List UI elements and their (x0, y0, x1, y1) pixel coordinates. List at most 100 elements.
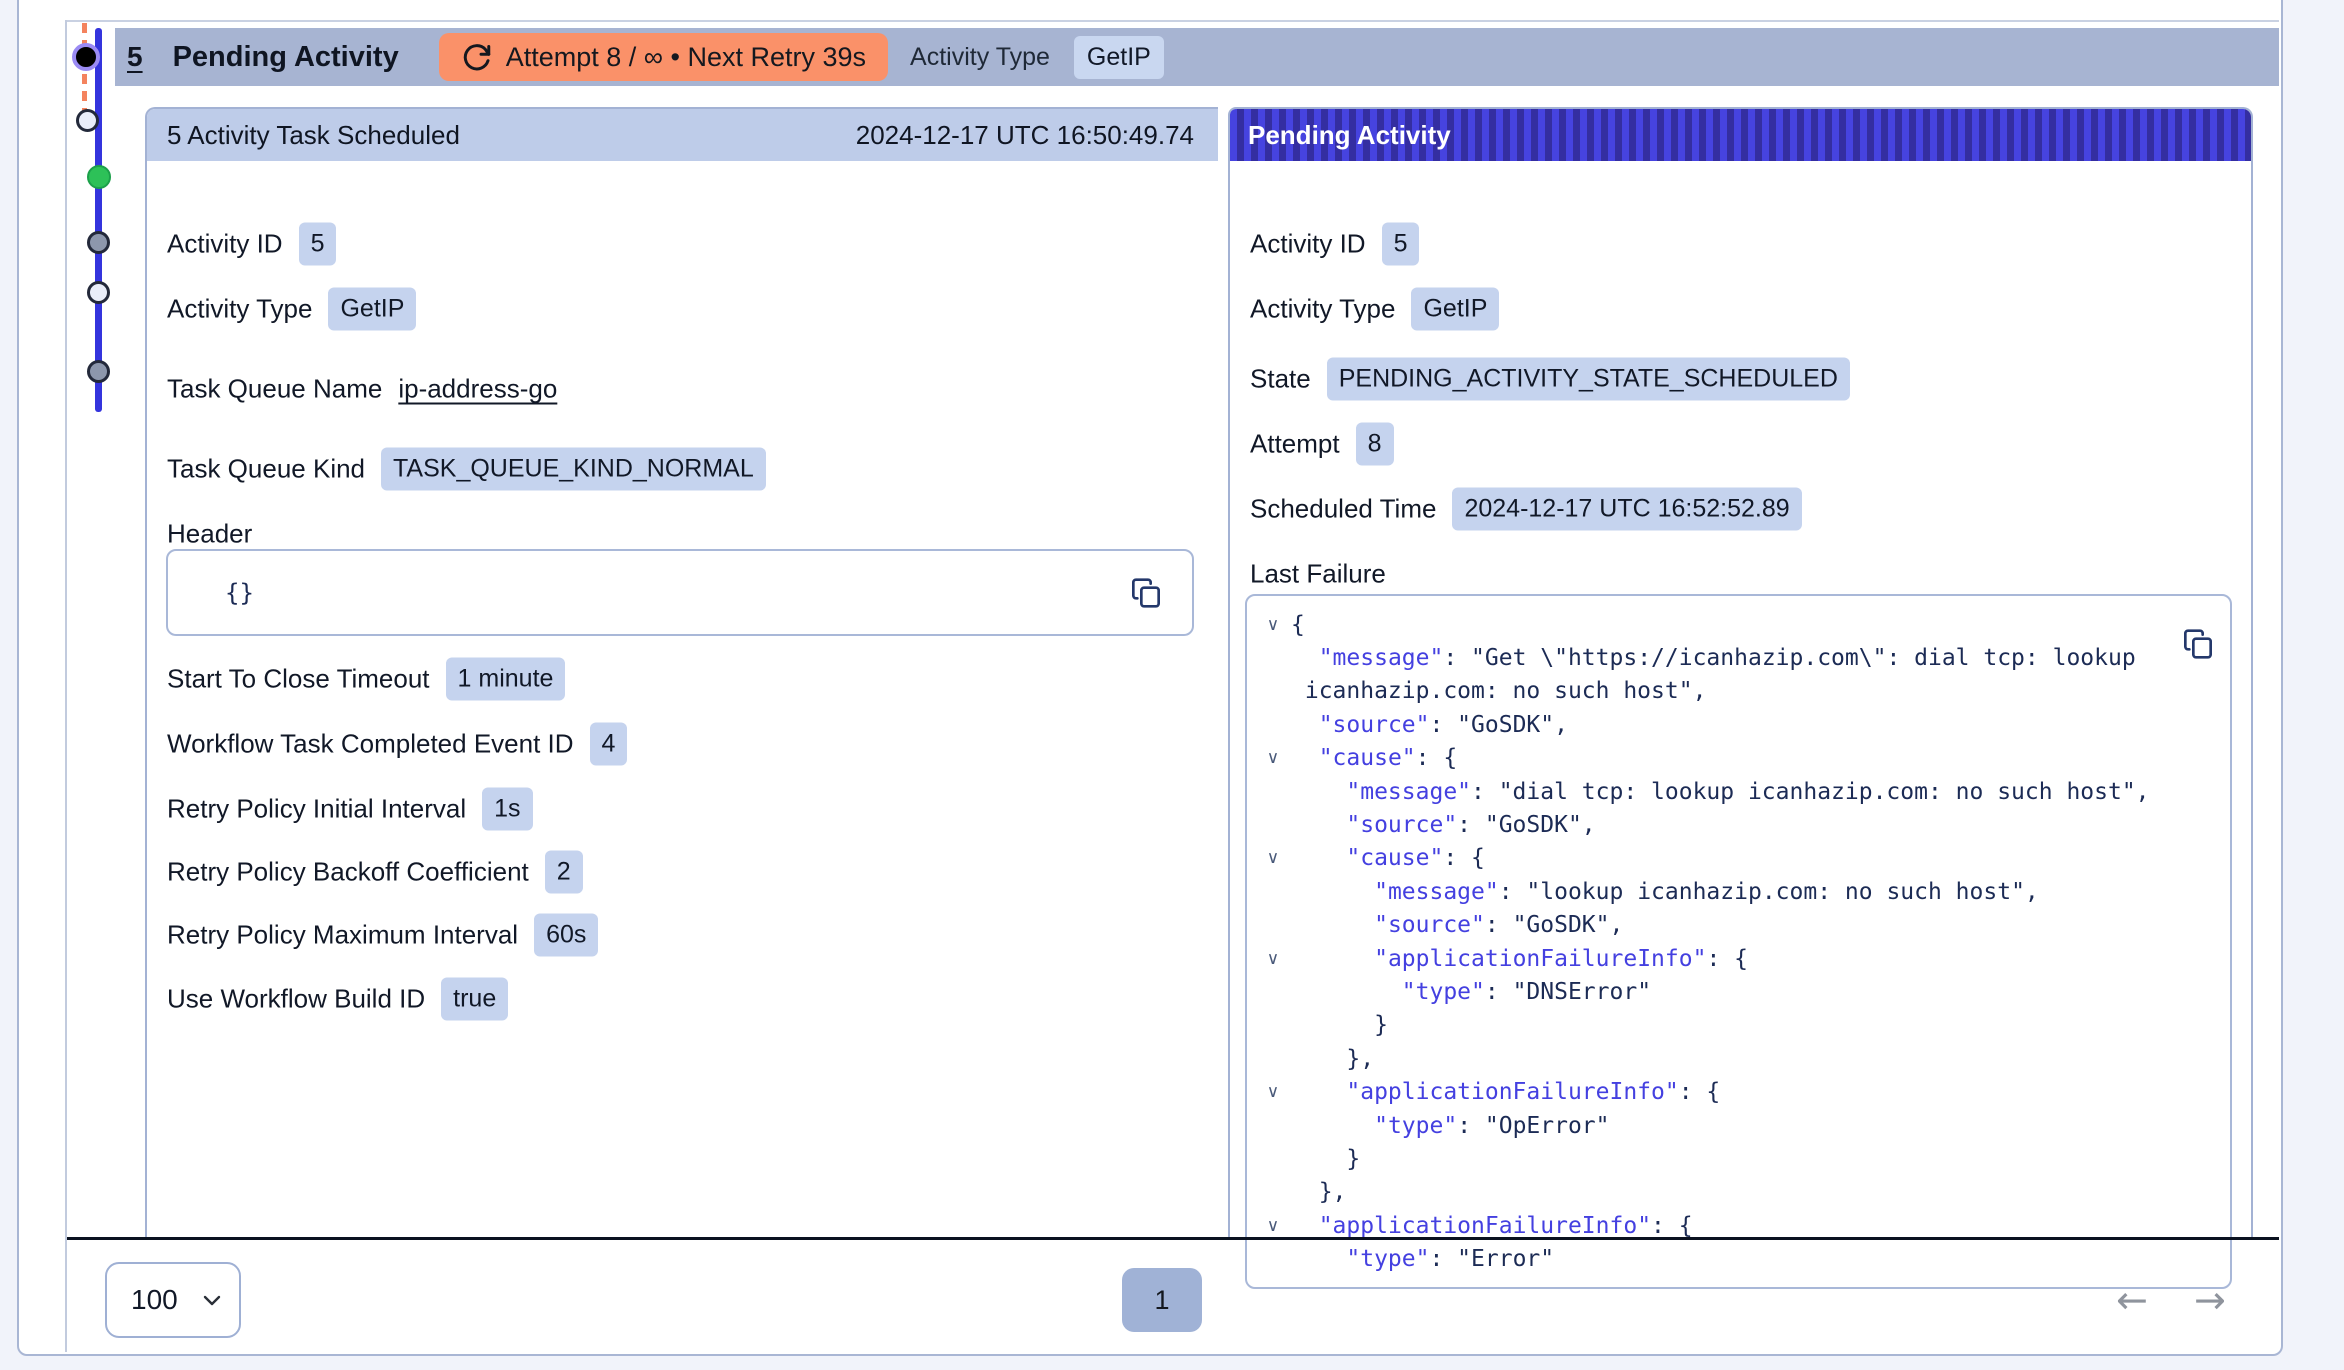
event-detail-panel: 5 Activity Task Scheduled 2024-12-17 UTC… (145, 107, 1218, 1237)
field-row: Scheduled Time 2024-12-17 UTC 16:52:52.8… (1250, 488, 1802, 531)
previous-page-arrow[interactable]: ← (2116, 1278, 2148, 1322)
timeline-line (95, 28, 102, 412)
field-row: Retry Policy Maximum Interval 60s (167, 914, 598, 957)
timeline-dot-gray-1[interactable] (87, 231, 110, 254)
event-list-top-border (65, 20, 2279, 22)
header-section-label: Header (167, 519, 252, 550)
field-label: Scheduled Time (1250, 494, 1436, 525)
code-line: "message": "Get \"https://icanhazip.com\… (1255, 641, 2220, 674)
code-text: "source": "GoSDK", (1291, 712, 1568, 738)
field-label: Task Queue Kind (167, 454, 365, 485)
code-text: } (1291, 1146, 1360, 1172)
collapse-chevron-icon[interactable]: ∨ (1255, 1082, 1291, 1102)
code-line: } (1255, 1009, 2220, 1042)
activity-type-label: Activity Type (910, 43, 1050, 72)
field-label: Task Queue Name (167, 374, 382, 405)
event-list-left-border (65, 20, 67, 1352)
field-label: Activity Type (1250, 294, 1395, 325)
field-value: 1s (482, 788, 532, 831)
field-label: Attempt (1250, 429, 1340, 460)
code-text: icanhazip.com: no such host", (1291, 678, 1706, 704)
page-number-button[interactable]: 1 (1122, 1268, 1202, 1332)
field-value: PENDING_ACTIVITY_STATE_SCHEDULED (1327, 358, 1850, 401)
page-size-select[interactable]: 100 (105, 1262, 241, 1338)
event-row-header[interactable]: 5 Pending Activity Attempt 8 / ∞ • Next … (115, 28, 2279, 86)
field-value: true (441, 978, 508, 1021)
field-value: 8 (1356, 423, 1394, 466)
field-row: Activity ID 5 (167, 223, 336, 266)
code-line: "message": "dial tcp: lookup icanhazip.c… (1255, 775, 2220, 808)
collapse-chevron-icon[interactable]: ∨ (1255, 949, 1291, 969)
list-bottom-separator (67, 1237, 2279, 1240)
field-label: Retry Policy Initial Interval (167, 794, 466, 825)
event-id-link[interactable]: 5 (127, 41, 143, 73)
code-line: ∨ "cause": { (1255, 842, 2220, 875)
code-line: "message": "lookup icanhazip.com: no suc… (1255, 875, 2220, 908)
timeline-dot-current-event[interactable] (72, 43, 100, 71)
field-row: Workflow Task Completed Event ID 4 (167, 723, 627, 766)
code-text: "type": "DNSError" (1291, 979, 1651, 1005)
field-value: 5 (1382, 223, 1420, 266)
code-text: }, (1291, 1046, 1374, 1072)
code-line: ∨ "applicationFailureInfo": { (1255, 942, 2220, 975)
copy-icon[interactable] (1130, 575, 1162, 611)
field-row: Activity ID 5 (1250, 223, 1419, 266)
field-row: Retry Policy Backoff Coefficient 2 (167, 851, 583, 894)
collapse-chevron-icon[interactable]: ∨ (1255, 1216, 1291, 1236)
field-label: Activity ID (167, 229, 283, 260)
pending-activity-panel-header: Pending Activity (1230, 109, 2251, 161)
code-line: "type": "OpError" (1255, 1109, 2220, 1142)
field-label: State (1250, 364, 1311, 395)
timeline-dot-open-2[interactable] (87, 281, 110, 304)
field-row: Task Queue Name ip-address-go (167, 374, 557, 405)
collapse-chevron-icon[interactable]: ∨ (1255, 615, 1291, 635)
field-label: Activity Type (167, 294, 312, 325)
event-detail-timestamp: 2024-12-17 UTC 16:50:49.74 (856, 120, 1194, 151)
field-value: 60s (534, 914, 598, 957)
code-text: }, (1291, 1179, 1346, 1205)
copy-icon[interactable] (2182, 626, 2214, 662)
code-text: "applicationFailureInfo": { (1291, 1213, 1693, 1239)
field-value: 5 (299, 223, 337, 266)
code-line: "source": "GoSDK", (1255, 808, 2220, 841)
code-line: ∨ "cause": { (1255, 742, 2220, 775)
code-text: "source": "GoSDK", (1291, 912, 1623, 938)
field-label: Workflow Task Completed Event ID (167, 729, 574, 760)
collapse-chevron-icon[interactable]: ∨ (1255, 748, 1291, 768)
pending-activity-panel: Pending Activity Last Failure ∨{ "messag… (1228, 107, 2253, 1237)
timeline-dot-gray-2[interactable] (87, 360, 110, 383)
timeline-dot-open-1[interactable] (76, 109, 99, 132)
retry-attempt-badge: Attempt 8 / ∞ • Next Retry 39s (439, 33, 888, 81)
code-text: "message": "lookup icanhazip.com: no suc… (1291, 879, 2039, 905)
field-value[interactable]: ip-address-go (398, 374, 557, 405)
next-page-arrow[interactable]: → (2194, 1278, 2226, 1322)
collapse-chevron-icon[interactable]: ∨ (1255, 848, 1291, 868)
event-detail-panel-header: 5 Activity Task Scheduled 2024-12-17 UTC… (147, 109, 1218, 161)
chevron-down-icon (201, 1293, 223, 1307)
code-text: { (1291, 612, 1305, 638)
code-text: "type": "OpError" (1291, 1113, 1610, 1139)
retry-dashed-line (82, 23, 87, 121)
code-text: "applicationFailureInfo": { (1291, 946, 1748, 972)
field-value: 2 (545, 851, 583, 894)
code-line: }, (1255, 1176, 2220, 1209)
field-row: Task Queue Kind TASK_QUEUE_KIND_NORMAL (167, 448, 766, 491)
event-title: Pending Activity (173, 41, 399, 74)
field-value: 2024-12-17 UTC 16:52:52.89 (1452, 488, 1801, 531)
field-value: GetIP (328, 288, 416, 331)
pending-activity-body: Last Failure ∨{ "message": "Get \"https:… (1230, 161, 2251, 1237)
field-row: Activity Type GetIP (167, 288, 416, 331)
code-line: } (1255, 1142, 2220, 1175)
code-line: "source": "GoSDK", (1255, 708, 2220, 741)
field-value: 1 minute (446, 658, 566, 701)
event-detail-title: 5 Activity Task Scheduled (167, 120, 460, 151)
field-row: Attempt 8 (1250, 423, 1394, 466)
code-text: "cause": { (1291, 745, 1457, 771)
field-value: GetIP (1411, 288, 1499, 331)
code-line: "source": "GoSDK", (1255, 909, 2220, 942)
timeline-dot-completed[interactable] (87, 165, 111, 189)
last-failure-code-block[interactable]: ∨{ "message": "Get \"https://icanhazip.c… (1245, 594, 2232, 1289)
code-line: ∨ "applicationFailureInfo": { (1255, 1075, 2220, 1108)
field-row: Use Workflow Build ID true (167, 978, 508, 1021)
field-row: State PENDING_ACTIVITY_STATE_SCHEDULED (1250, 358, 1850, 401)
